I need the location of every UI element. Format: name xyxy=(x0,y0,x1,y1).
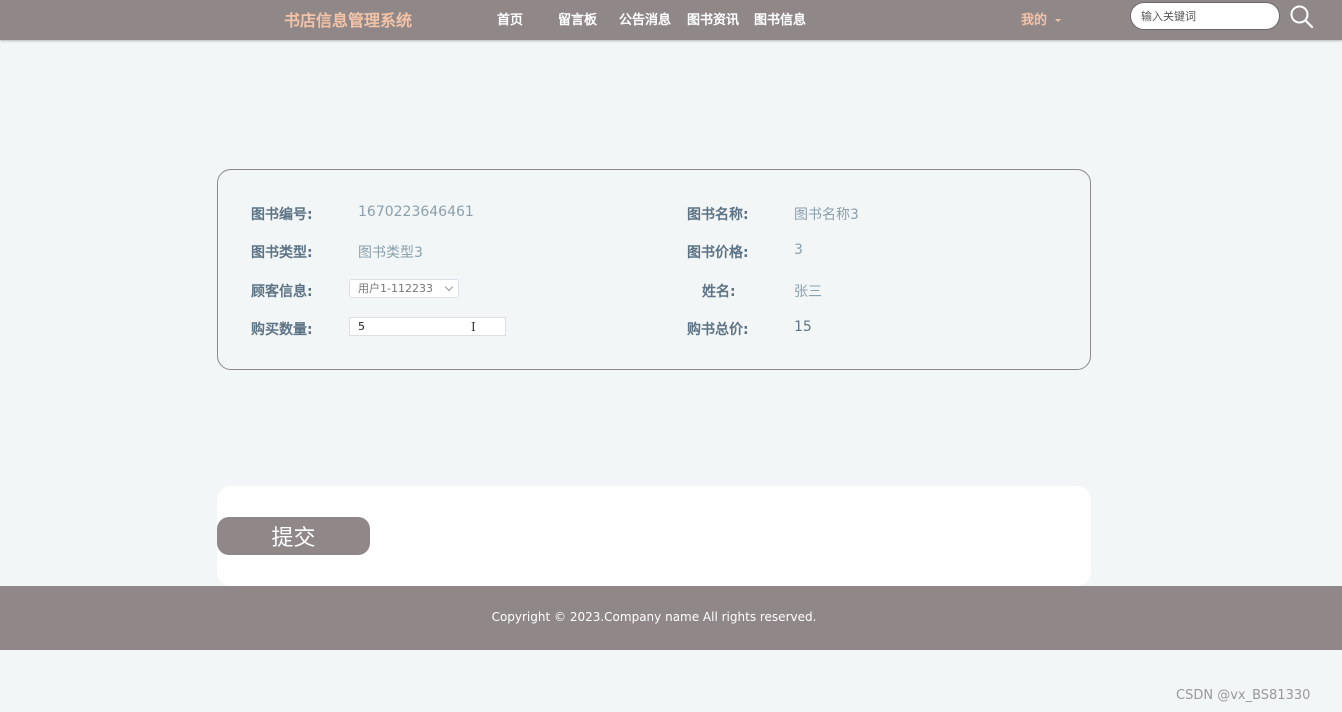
watermark-text: CSDN @vx_BS81330 xyxy=(1176,688,1311,703)
order-detail-card: 图书编号: 1670223646461 图书名称: 图书名称3 图书类型: 图书… xyxy=(217,169,1091,370)
mine-label: 我的 xyxy=(1021,13,1048,28)
nav-announcements[interactable]: 公告消息 xyxy=(619,9,671,28)
quantity-input[interactable] xyxy=(349,317,506,336)
top-navbar: 书店信息管理系统 首页 留言板 公告消息 图书资讯 图书信息 我的 xyxy=(0,0,1342,40)
quantity-label: 购买数量: xyxy=(251,322,313,338)
footer: Copyright © 2023.Company name All rights… xyxy=(0,586,1342,650)
mine-dropdown[interactable]: 我的 xyxy=(1021,9,1062,28)
book-price-label: 图书价格: xyxy=(687,245,749,261)
text-cursor-icon: I xyxy=(471,320,476,334)
book-name-value: 图书名称3 xyxy=(794,207,859,223)
customer-select[interactable]: 用户1-112233 xyxy=(349,279,459,298)
nav-book-info[interactable]: 图书信息 xyxy=(754,9,806,28)
book-no-label: 图书编号: xyxy=(251,207,313,223)
submit-panel: 提交 xyxy=(217,486,1091,586)
book-type-value: 图书类型3 xyxy=(358,245,423,261)
book-type-label: 图书类型: xyxy=(251,245,313,261)
nav-book-news[interactable]: 图书资讯 xyxy=(687,9,739,28)
copyright-text: Copyright © 2023.Company name All rights… xyxy=(491,610,817,624)
customer-name-label: 姓名: xyxy=(702,284,736,300)
brand-title[interactable]: 书店信息管理系统 xyxy=(284,7,412,31)
caret-down-icon xyxy=(1055,19,1062,22)
book-no-value: 1670223646461 xyxy=(358,204,474,220)
customer-label: 顾客信息: xyxy=(251,284,313,300)
book-price-value: 3 xyxy=(794,242,803,258)
chevron-down-icon xyxy=(444,282,454,292)
submit-button[interactable]: 提交 xyxy=(217,517,370,555)
total-price-value: 15 xyxy=(794,319,812,335)
search-icon xyxy=(1290,5,1314,29)
nav-message-board[interactable]: 留言板 xyxy=(558,9,597,28)
book-name-label: 图书名称: xyxy=(687,207,749,223)
search-button[interactable] xyxy=(1289,4,1315,30)
search-input[interactable] xyxy=(1130,2,1280,30)
customer-select-value: 用户1-112233 xyxy=(358,282,433,295)
nav-home[interactable]: 首页 xyxy=(497,9,523,28)
total-price-label: 购书总价: xyxy=(687,322,749,338)
customer-name-value: 张三 xyxy=(794,284,822,300)
